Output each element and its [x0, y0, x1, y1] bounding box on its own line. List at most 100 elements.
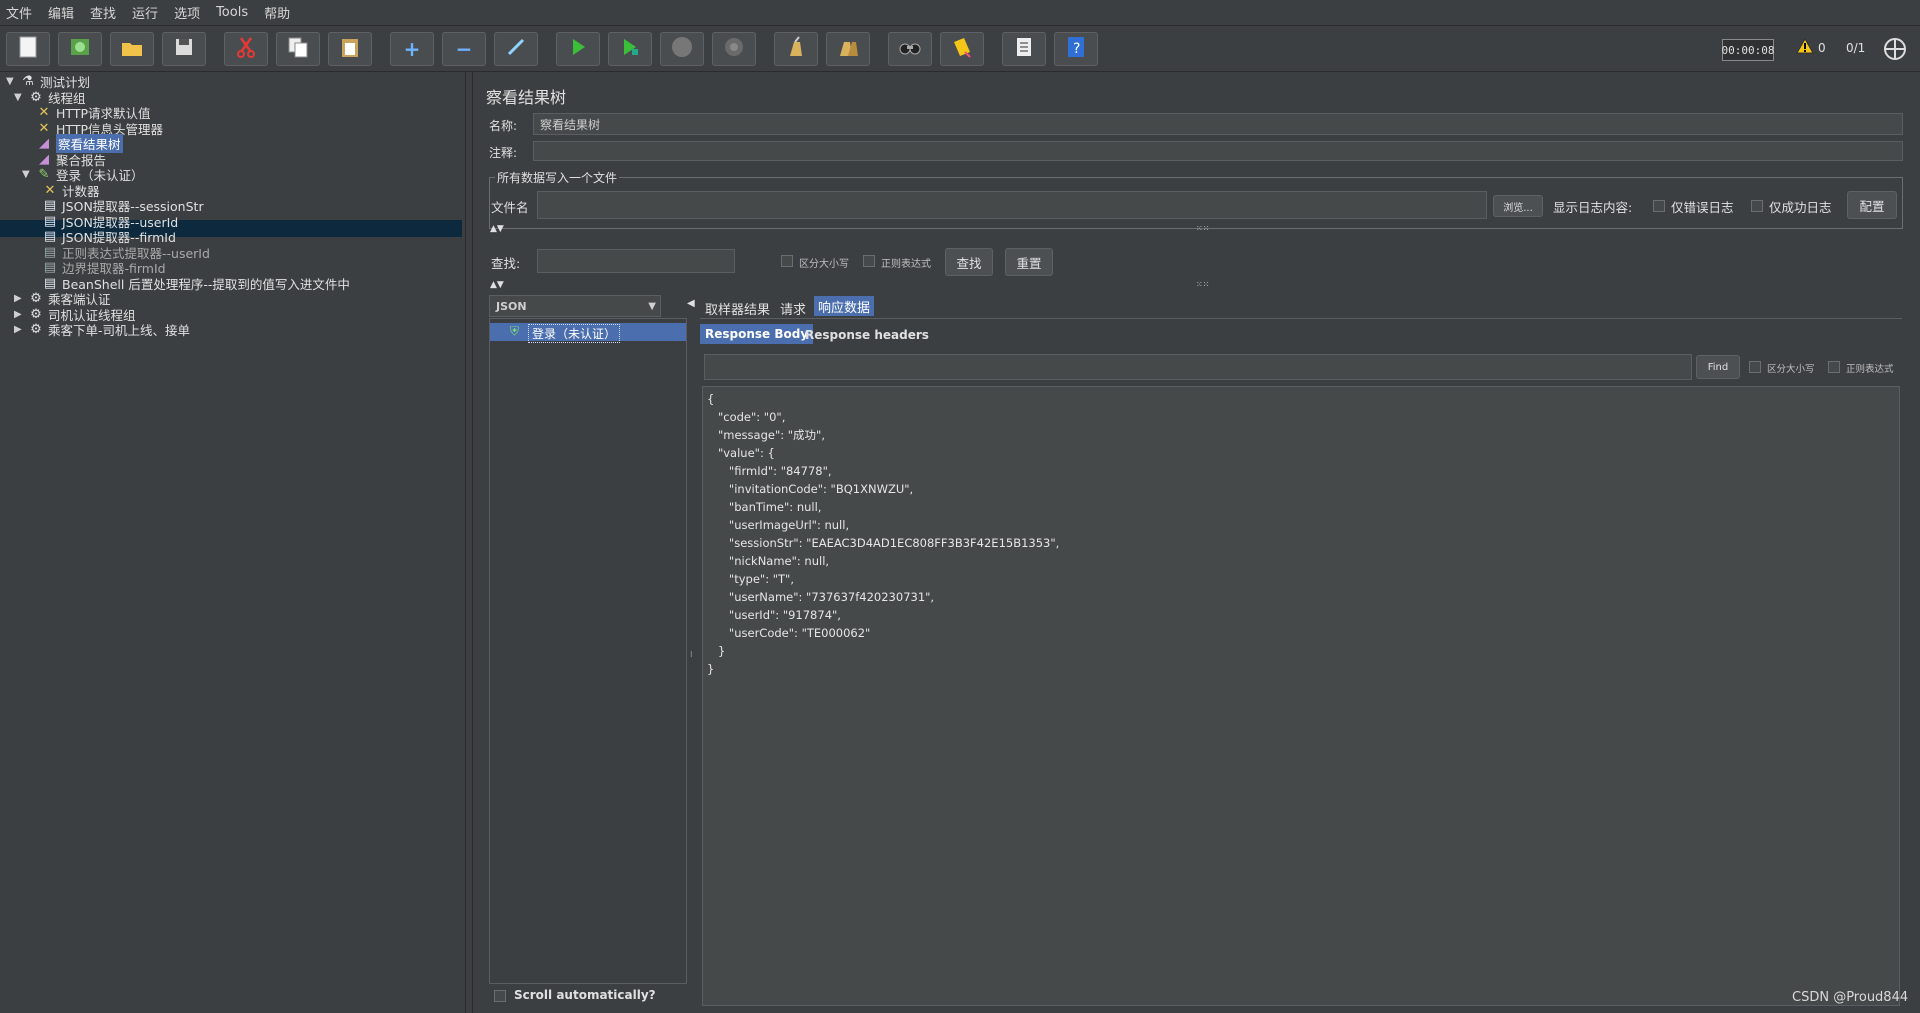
- chevron-down-icon: ▼: [648, 300, 656, 312]
- expand-arrow-icon[interactable]: ▼: [6, 76, 18, 87]
- collapse-all-button[interactable]: −: [442, 32, 486, 66]
- function-helper-button[interactable]: [1002, 32, 1046, 66]
- filename-input[interactable]: [537, 191, 1487, 219]
- regex-checkbox[interactable]: [863, 255, 875, 267]
- result-list: ⛨ 登录（未认证）: [489, 318, 687, 984]
- result-item-label: 登录（未认证）: [528, 324, 621, 343]
- configure-button[interactable]: 配置: [1847, 191, 1897, 219]
- collapse-arrow-icon[interactable]: ▶: [14, 309, 26, 320]
- menu-help[interactable]: 帮助: [264, 3, 290, 22]
- response-regex-label: 正则表达式: [1846, 364, 1894, 375]
- collapse-arrows-icon[interactable]: ▲▼: [490, 224, 504, 234]
- template-button[interactable]: [58, 32, 102, 66]
- start-icon: [565, 34, 591, 65]
- subtab-response-body[interactable]: Response Body: [700, 324, 814, 344]
- collapse-arrows-icon[interactable]: ▲▼: [490, 280, 504, 290]
- tab-sampler-result[interactable]: 取样器结果: [701, 298, 774, 318]
- save-icon: [171, 34, 197, 65]
- open-button[interactable]: [110, 32, 154, 66]
- menu-run[interactable]: 运行: [132, 3, 158, 22]
- subtab-response-headers[interactable]: Response headers: [800, 325, 934, 345]
- clear-all-icon: [835, 34, 861, 65]
- scroll-auto-label: Scroll automatically?: [514, 988, 656, 1002]
- menu-search[interactable]: 查找: [90, 3, 116, 22]
- collapse-left-icon[interactable]: ◀: [687, 298, 695, 309]
- start-button[interactable]: [556, 32, 600, 66]
- response-json-text[interactable]: { "code": "0", "message": "成功", "value":…: [707, 390, 1059, 678]
- response-find-input[interactable]: [704, 354, 1692, 380]
- search-button[interactable]: [888, 32, 932, 66]
- splitter-grip-icon[interactable]: ⁙⁙: [1196, 224, 1209, 233]
- gear-icon: ⚙: [30, 321, 42, 337]
- response-find-button[interactable]: Find: [1696, 355, 1740, 379]
- tree-item-order-flow[interactable]: ▶ ⚙ 乘客下单-司机上线、接单: [14, 320, 190, 338]
- reset-search-button[interactable]: [940, 32, 984, 66]
- scroll-auto-checkbox[interactable]: [494, 990, 506, 1002]
- help-icon: ?: [1063, 34, 1089, 65]
- tab-response-data[interactable]: 响应数据: [814, 296, 875, 316]
- copy-button[interactable]: [276, 32, 320, 66]
- remote-icon[interactable]: [1883, 37, 1907, 61]
- success-only-checkbox[interactable]: [1751, 200, 1763, 212]
- errors-only-label: 仅错误日志: [1671, 200, 1734, 215]
- warnings-indicator[interactable]: 0: [1796, 37, 1826, 57]
- start-no-pause-button[interactable]: [608, 32, 652, 66]
- flask-icon: ⚗: [22, 73, 34, 89]
- file-group-title: 所有数据写入一个文件: [495, 169, 620, 186]
- clear-button[interactable]: [774, 32, 818, 66]
- search-input[interactable]: [537, 249, 735, 273]
- stop-icon: [669, 34, 695, 65]
- find-button[interactable]: 查找: [945, 248, 993, 276]
- comment-field[interactable]: [533, 141, 1903, 161]
- help-button[interactable]: ?: [1054, 32, 1098, 66]
- name-field[interactable]: 察看结果树: [533, 113, 1903, 135]
- menu-tools[interactable]: Tools: [216, 5, 248, 20]
- splitter-grip-icon[interactable]: ⁙⁙: [1196, 280, 1209, 289]
- stop-button[interactable]: [660, 32, 704, 66]
- menu-options[interactable]: 选项: [174, 3, 200, 22]
- log-content-label: 显示日志内容:: [1553, 200, 1633, 215]
- paste-button[interactable]: [328, 32, 372, 66]
- toggle-button[interactable]: [494, 32, 538, 66]
- menu-bar: 文件 编辑 查找 运行 选项 Tools 帮助: [0, 0, 1920, 26]
- regex-label: 正则表达式: [881, 259, 931, 270]
- result-row[interactable]: ⛨ 登录（未认证）: [490, 323, 686, 343]
- toolbar: + − ? 00:00:08 0 0/1: [0, 26, 1920, 72]
- menu-edit[interactable]: 编辑: [48, 3, 74, 22]
- renderer-select[interactable]: JSON ▼: [489, 295, 661, 317]
- expand-arrow-icon[interactable]: ▼: [14, 92, 26, 103]
- gear-icon: ⚙: [30, 290, 42, 306]
- shutdown-button[interactable]: [712, 32, 756, 66]
- new-button[interactable]: [6, 32, 50, 66]
- menu-file[interactable]: 文件: [6, 3, 32, 22]
- errors-only-checkbox[interactable]: [1653, 200, 1665, 212]
- chart-icon: ◢: [39, 135, 49, 151]
- response-case-checkbox[interactable]: [1749, 361, 1761, 373]
- document-icon: ▤: [43, 259, 57, 275]
- elapsed-timer: 00:00:08: [1722, 39, 1775, 61]
- collapse-arrow-icon[interactable]: ▶: [14, 324, 26, 335]
- cut-button[interactable]: [224, 32, 268, 66]
- svg-text:?: ?: [1073, 41, 1080, 57]
- toggle-icon: [503, 34, 529, 65]
- document-icon: ▤: [43, 228, 57, 244]
- save-button[interactable]: [162, 32, 206, 66]
- start-no-pause-icon: [617, 34, 643, 65]
- clear-all-button[interactable]: [826, 32, 870, 66]
- warning-count: 0: [1818, 40, 1826, 55]
- pen-icon: ✎: [38, 166, 50, 182]
- splitter-grip-icon[interactable]: ⁝: [690, 650, 693, 659]
- response-regex-checkbox[interactable]: [1828, 361, 1840, 373]
- expand-arrow-icon[interactable]: ▼: [22, 169, 34, 180]
- vertical-splitter[interactable]: [465, 72, 473, 1013]
- response-case-label: 区分大小写: [1767, 364, 1815, 375]
- browse-button[interactable]: 浏览...: [1493, 195, 1543, 217]
- function-helper-icon: [1011, 34, 1037, 65]
- expand-all-button[interactable]: +: [390, 32, 434, 66]
- reset-button[interactable]: 重置: [1005, 248, 1053, 276]
- expand-icon: +: [403, 37, 421, 61]
- case-sensitive-checkbox[interactable]: [781, 255, 793, 267]
- tab-request[interactable]: 请求: [776, 298, 810, 318]
- collapse-arrow-icon[interactable]: ▶: [14, 293, 26, 304]
- warning-icon: [1796, 37, 1814, 57]
